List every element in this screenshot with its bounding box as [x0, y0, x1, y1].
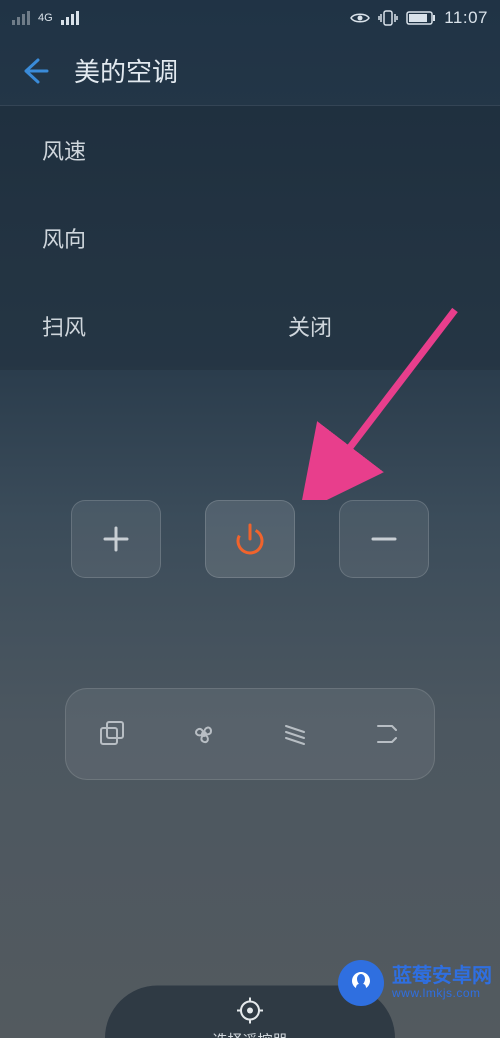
row-wind-direction[interactable]: 风向: [0, 194, 500, 282]
mode-button[interactable]: [92, 714, 132, 754]
airflow-icon: [372, 718, 404, 750]
clock: 11:07: [444, 8, 488, 28]
row-label: 扫风: [42, 310, 162, 342]
plus-icon: [98, 521, 134, 557]
row-label: 风向: [42, 222, 162, 254]
power-icon: [230, 519, 270, 559]
eye-comfort-icon: [350, 11, 370, 25]
watermark-line1: 蓝莓安卓网: [392, 965, 492, 987]
swing-icon: [280, 718, 312, 750]
main-controls: [0, 500, 500, 578]
fan-speed-button[interactable]: [184, 714, 224, 754]
swing-button[interactable]: [276, 714, 316, 754]
watermark-text: 蓝莓安卓网 www.lmkjs.com: [392, 965, 492, 1000]
mode-icon: [97, 719, 127, 749]
status-bar: 4G 11:07: [0, 0, 500, 36]
fan-icon: [188, 718, 220, 750]
signal-bars-sim1: [12, 11, 30, 25]
network-type: 4G: [38, 12, 53, 24]
minus-icon: [366, 521, 402, 557]
signal-bars-sim2: [61, 11, 79, 25]
watermark: 蓝莓安卓网 www.lmkjs.com: [338, 960, 492, 1006]
target-icon: [235, 996, 265, 1026]
remote-selector-label: 选择遥控器: [212, 1030, 287, 1038]
row-value: 关闭: [162, 310, 458, 342]
status-left: 4G: [12, 11, 79, 25]
temp-minus-button[interactable]: [339, 500, 429, 578]
app-header: 美的空调: [0, 36, 500, 106]
page-title: 美的空调: [74, 52, 178, 89]
row-label: 风速: [42, 134, 162, 166]
settings-list: 风速 风向 扫风 关闭: [0, 106, 500, 370]
back-arrow-icon: [20, 56, 50, 86]
airflow-button[interactable]: [368, 714, 408, 754]
secondary-controls: [65, 688, 435, 780]
row-fan-speed[interactable]: 风速: [0, 106, 500, 194]
battery-icon: [406, 11, 436, 25]
vibrate-icon: [378, 10, 398, 26]
power-button[interactable]: [205, 500, 295, 578]
watermark-logo-icon: [338, 960, 384, 1006]
back-button[interactable]: [18, 54, 52, 88]
row-swing[interactable]: 扫风 关闭: [0, 282, 500, 370]
status-right: 11:07: [350, 8, 488, 28]
temp-plus-button[interactable]: [71, 500, 161, 578]
watermark-line2: www.lmkjs.com: [392, 987, 492, 1000]
